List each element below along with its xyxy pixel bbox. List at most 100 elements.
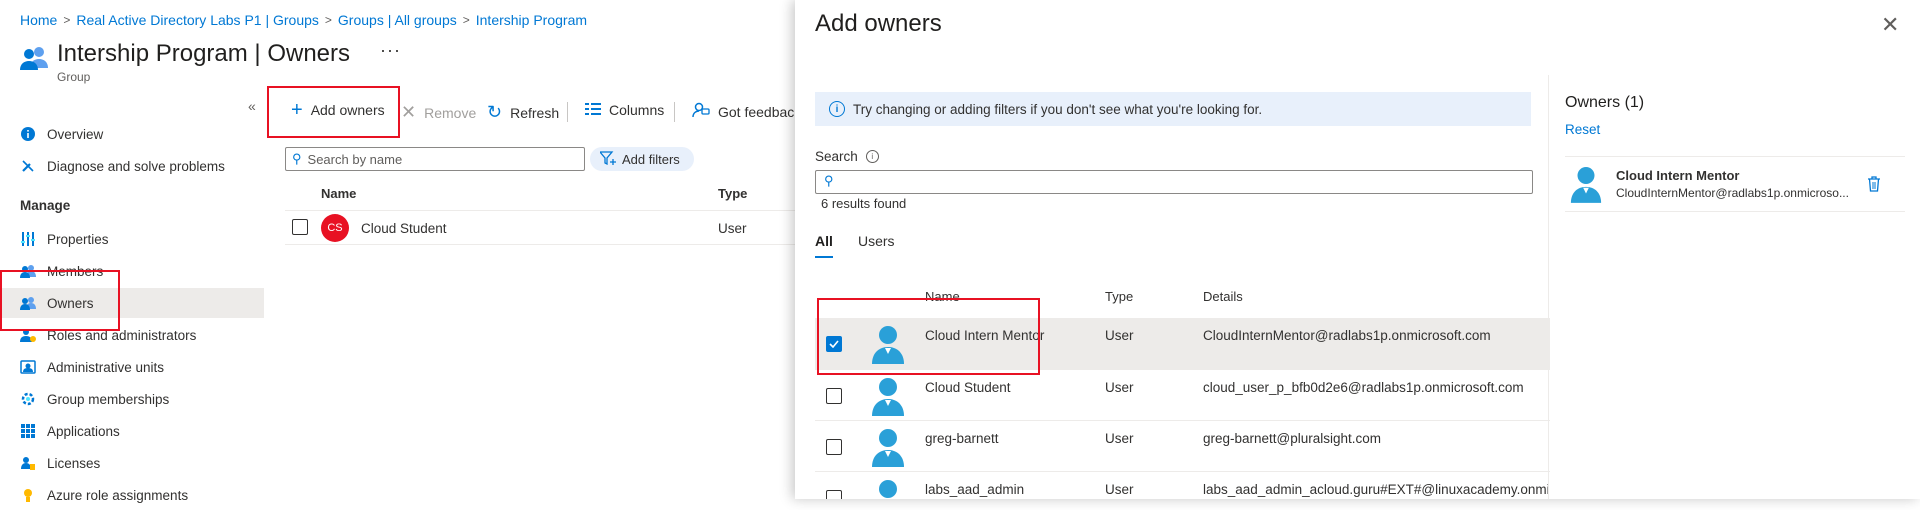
nav-item-label: Licenses — [47, 455, 101, 471]
row-name[interactable]: Cloud Student — [361, 221, 447, 236]
reset-link[interactable]: Reset — [1565, 122, 1600, 137]
info-icon — [18, 127, 38, 141]
breadcrumb-all-groups[interactable]: Groups | All groups — [338, 12, 457, 28]
nav-item-label: Administrative units — [47, 359, 165, 375]
search-icon: ⚲ — [824, 173, 834, 188]
row-type: User — [718, 221, 747, 236]
search-placeholder: Search by name — [307, 151, 403, 167]
nav-item-licenses[interactable]: Licenses — [0, 448, 264, 478]
row-type: User — [1105, 431, 1134, 446]
nav-item-label: Properties — [47, 231, 109, 247]
columns-label: Columns — [609, 102, 665, 118]
toolbar-divider — [567, 102, 568, 122]
nav-item-label: Roles and administrators — [47, 327, 197, 343]
more-options-button[interactable]: ··· — [380, 40, 401, 61]
user-icon — [1570, 167, 1602, 203]
remove-button[interactable]: ✕ Remove — [401, 102, 476, 123]
panel-divider — [1548, 75, 1549, 499]
feedback-button[interactable]: Got feedback — [692, 102, 801, 121]
column-header-type[interactable]: Type — [718, 186, 747, 201]
nav-item-overview[interactable]: Overview — [0, 119, 264, 149]
panel-search-input[interactable]: ⚲ — [815, 170, 1533, 194]
row-checkbox[interactable] — [826, 336, 842, 352]
add-owners-button[interactable]: + Add owners — [291, 99, 385, 121]
close-icon: ✕ — [401, 102, 417, 122]
row-checkbox[interactable] — [826, 439, 842, 455]
breadcrumb-separator: > — [462, 13, 470, 27]
refresh-button[interactable]: ↻ Refresh — [487, 102, 559, 123]
columns-icon — [585, 102, 601, 118]
column-header-type[interactable]: Type — [1105, 289, 1133, 304]
selected-owner-email: CloudInternMentor@radlabs1p.onmicroso... — [1616, 186, 1849, 200]
row-divider — [285, 244, 795, 245]
row-details: labs_aad_admin_acloud.guru#EXT#@linuxaca… — [1203, 482, 1550, 497]
tab-users[interactable]: Users — [858, 233, 895, 249]
nav-item-roles[interactable]: Roles and administrators — [0, 320, 264, 350]
wrench-icon — [18, 159, 38, 173]
admin-units-icon — [18, 360, 38, 374]
search-input[interactable]: ⚲ Search by name — [285, 147, 585, 171]
list-item[interactable]: labs_aad_admin User labs_aad_admin_aclou… — [815, 472, 1550, 499]
nav-item-applications[interactable]: Applications — [0, 416, 264, 446]
trash-icon[interactable] — [1867, 176, 1881, 192]
user-icon — [872, 429, 904, 467]
breadcrumb-home[interactable]: Home — [20, 12, 57, 28]
refresh-icon: ↻ — [487, 102, 503, 122]
breadcrumb-separator: > — [324, 13, 332, 27]
selected-owner-card: Cloud Intern Mentor CloudInternMentor@ra… — [1565, 156, 1905, 212]
nav-item-label: Group memberships — [47, 391, 170, 407]
row-details: CloudInternMentor@radlabs1p.onmicrosoft.… — [1203, 328, 1491, 343]
tab-all[interactable]: All — [815, 233, 833, 249]
collapse-sidebar-button[interactable]: « — [248, 98, 256, 114]
column-header-name[interactable]: Name — [321, 186, 356, 201]
nav-item-label: Azure role assignments — [47, 487, 189, 503]
row-type: User — [1105, 380, 1134, 395]
close-icon[interactable]: ✕ — [1881, 12, 1899, 38]
column-header-name[interactable]: Name — [925, 289, 960, 304]
properties-icon — [18, 232, 38, 246]
row-name: labs_aad_admin — [925, 482, 1025, 497]
roles-icon — [18, 328, 38, 342]
page-title: Intership Program | Owners — [57, 40, 351, 67]
tab-indicator — [815, 256, 833, 258]
row-checkbox[interactable] — [826, 388, 842, 404]
nav-item-members[interactable]: Members — [0, 256, 264, 286]
nav-item-diagnose[interactable]: Diagnose and solve problems — [0, 151, 264, 181]
applications-icon — [18, 424, 38, 438]
plus-icon: + — [291, 99, 303, 121]
selected-owner-name: Cloud Intern Mentor — [1616, 168, 1740, 183]
feedback-label: Got feedback — [718, 103, 802, 120]
row-type: User — [1105, 328, 1134, 343]
breadcrumb-group[interactable]: Intership Program — [476, 12, 587, 28]
owners-count-title: Owners (1) — [1565, 94, 1645, 111]
nav-item-properties[interactable]: Properties — [0, 224, 264, 254]
owners-icon — [18, 296, 38, 310]
list-item[interactable]: Cloud Student User cloud_user_p_bfb0d2e6… — [815, 370, 1550, 421]
add-filters-button[interactable]: Add filters — [590, 147, 694, 171]
row-name: Cloud Intern Mentor — [925, 328, 1045, 343]
nav-section-manage: Manage — [20, 198, 71, 213]
table-row[interactable]: CS Cloud Student User — [285, 212, 795, 244]
breadcrumb-groups[interactable]: Real Active Directory Labs P1 | Groups — [76, 12, 319, 28]
nav-item-admin-units[interactable]: Administrative units — [0, 352, 264, 382]
nav-item-label: Owners — [47, 295, 94, 311]
breadcrumb-separator: > — [63, 13, 71, 27]
nav-item-label: Overview — [47, 126, 104, 142]
list-item[interactable]: greg-barnett User greg-barnett@pluralsig… — [815, 421, 1550, 472]
breadcrumb: Home > Real Active Directory Labs P1 | G… — [20, 12, 587, 28]
search-icon: ⚲ — [292, 151, 302, 166]
info-banner: i Try changing or adding filters if you … — [815, 92, 1531, 126]
nav-item-role-assignments[interactable]: Azure role assignments — [0, 480, 264, 510]
column-header-details[interactable]: Details — [1203, 289, 1243, 304]
role-assignments-icon — [18, 488, 38, 502]
page-subtitle: Group — [57, 70, 91, 84]
search-label: Search i — [815, 149, 879, 164]
row-checkbox[interactable] — [826, 490, 842, 499]
list-item[interactable]: Cloud Intern Mentor User CloudInternMent… — [815, 318, 1550, 369]
nav-item-owners[interactable]: Owners — [0, 288, 264, 318]
columns-button[interactable]: Columns — [585, 102, 664, 118]
nav-item-group-memberships[interactable]: Group memberships — [0, 384, 264, 414]
row-checkbox[interactable] — [292, 219, 308, 235]
user-icon — [872, 378, 904, 416]
row-divider — [285, 210, 795, 211]
